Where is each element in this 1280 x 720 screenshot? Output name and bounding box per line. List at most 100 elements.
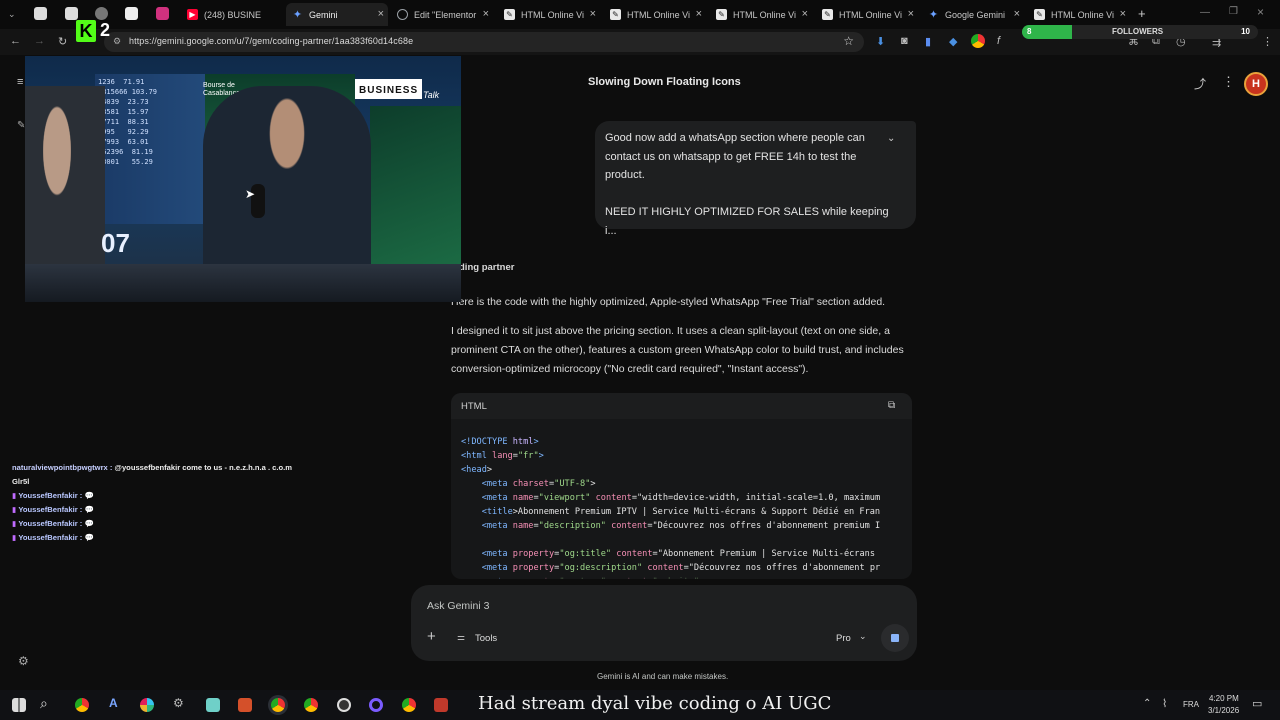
extension-puzzle-icon[interactable]: ◆ [949, 35, 957, 48]
followers-label: FOLLOWERS [1112, 27, 1164, 36]
chat-message: ▮ YoussefBenfakir : 💬 [12, 531, 307, 545]
minimize-window-icon[interactable]: — [1200, 7, 1210, 18]
add-attachment-icon[interactable]: + [427, 628, 436, 645]
extension-download-icon[interactable]: ⬇ [876, 35, 885, 48]
clock-date[interactable]: 3/1/2026 [1208, 706, 1239, 715]
tab-elementor[interactable]: Edit "Elementor × [393, 3, 493, 26]
tab-search-button[interactable]: ⌄ [8, 9, 16, 20]
chat-username: YoussefBenfakir : [18, 505, 83, 514]
pinned-tab-1[interactable] [34, 7, 47, 20]
chrome-profile-3-icon[interactable] [402, 698, 416, 712]
language-indicator[interactable]: FRA [1183, 700, 1199, 709]
chat-emote: 💬 [84, 533, 94, 542]
obs-icon[interactable] [337, 698, 351, 712]
expand-prompt-icon[interactable]: ⌄ [887, 133, 895, 144]
code-line: <meta charset="UTF-8"> [481, 479, 596, 489]
settings-icon[interactable]: ⚙ [18, 654, 29, 668]
browser-menu-icon[interactable]: ⋮ [1262, 35, 1273, 48]
video-banner: BUSINESS [355, 79, 423, 99]
forward-icon[interactable]: → [34, 35, 45, 47]
chrome-profile-2-icon[interactable] [304, 698, 318, 712]
copy-code-icon[interactable]: ⧉ [888, 400, 895, 411]
badge-icon: ▮ [12, 519, 17, 528]
site-info-icon[interactable]: ⚙ [113, 36, 121, 47]
code-line: <meta property="og:type" content="websit… [461, 575, 880, 579]
back-icon[interactable]: ← [10, 35, 21, 47]
clock-time[interactable]: 4:20 PM [1209, 694, 1239, 703]
model-selector[interactable]: Pro [836, 633, 851, 644]
notes-app-icon[interactable] [206, 698, 220, 712]
close-tab-icon[interactable]: × [908, 8, 914, 20]
slack-icon[interactable] [140, 698, 154, 712]
code-line: <meta property="og:title" content="Abonn… [481, 549, 875, 559]
tab-html-viewer-2[interactable]: ✎ HTML Online Vi × [606, 3, 706, 26]
right-chart-panel [370, 106, 461, 286]
chrome-icon[interactable] [971, 34, 985, 48]
close-tab-icon[interactable]: × [696, 8, 702, 20]
bookmark-star-icon[interactable]: ☆ [843, 34, 854, 48]
pinned-tab-2[interactable] [65, 7, 78, 20]
app-a-icon[interactable]: A [109, 696, 118, 710]
chevron-down-icon[interactable]: ⌄ [859, 631, 867, 642]
kick-badge-count: 2 [100, 20, 111, 40]
close-tab-icon[interactable]: × [802, 8, 808, 20]
document-icon: ✎ [1034, 9, 1045, 20]
prompt-input[interactable]: Ask Gemini 3 [427, 600, 489, 612]
streaming-app-icon[interactable] [434, 698, 448, 712]
tab-html-viewer-3[interactable]: ✎ HTML Online Vi × [712, 3, 812, 26]
pinned-tab-3[interactable] [95, 7, 108, 20]
windows-start-icon[interactable] [12, 698, 26, 712]
extension-camera-icon[interactable]: ◙ [901, 35, 908, 47]
code-line: <meta name="description" content="Découv… [481, 521, 881, 531]
tab-html-viewer-5[interactable]: ✎ HTML Online Vi × [1030, 3, 1130, 26]
stream-caption: Had stream dyal vibe coding o AI UGC [478, 693, 832, 714]
avatar[interactable]: H [1244, 72, 1268, 96]
pinned-tab-instagram[interactable] [156, 7, 169, 20]
tab-html-viewer-4[interactable]: ✎ HTML Online Vi × [818, 3, 918, 26]
maximize-window-icon[interactable]: ❐ [1229, 6, 1238, 17]
chrome-taskbar-icon[interactable] [75, 698, 89, 712]
tab-html-viewer-1[interactable]: ✎ HTML Online Vi × [500, 3, 600, 26]
search-icon[interactable]: ⌕ [40, 695, 48, 712]
tray-chevron-icon[interactable]: ⌃ [1143, 698, 1151, 709]
grid-app-icon[interactable] [238, 698, 252, 712]
code-line: <html lang="fr"> [461, 451, 544, 461]
close-tab-icon[interactable]: × [1014, 8, 1020, 20]
close-tab-icon[interactable]: × [590, 8, 596, 20]
code-line: <meta property="og:description" content=… [481, 563, 881, 573]
pinned-tab-4[interactable] [125, 7, 138, 20]
tools-icon[interactable]: ⚌ [457, 632, 465, 643]
reload-icon[interactable]: ↻ [58, 35, 67, 48]
document-icon: ✎ [822, 9, 833, 20]
chrome-active-icon[interactable] [271, 698, 285, 712]
desk [25, 264, 461, 302]
close-tab-icon[interactable]: × [1120, 8, 1126, 20]
stop-generation-button[interactable] [881, 624, 909, 652]
close-tab-icon[interactable]: × [378, 8, 384, 20]
tab-youtube[interactable]: ▶ (248) BUSINE [183, 3, 283, 26]
gear-app-icon[interactable]: ⚙ [173, 696, 184, 710]
gemini-icon: ✦ [928, 9, 939, 21]
assistant-role-label: ding partner [459, 262, 515, 273]
notifications-icon[interactable]: ▭ [1252, 697, 1262, 710]
followers-left-count: 8 [1027, 27, 1032, 36]
code-block: HTML ⧉ <!DOCTYPE html> <html lang="fr"> <h… [451, 393, 912, 579]
stop-icon [891, 634, 899, 642]
video-banner-text: BUSINESS [359, 85, 419, 96]
user-prompt-bubble: Good now add a whatsApp section where pe… [595, 121, 916, 237]
tab-gemini[interactable]: ✦ Gemini × [286, 3, 388, 26]
close-window-icon[interactable]: × [1257, 5, 1264, 19]
extension-script-icon[interactable]: f [997, 35, 1000, 47]
close-tab-icon[interactable]: × [483, 8, 489, 20]
share-icon[interactable]: ⤴ [1194, 75, 1206, 92]
new-tab-icon[interactable]: + [1138, 6, 1146, 21]
network-icon[interactable]: ⌇ [1162, 697, 1167, 710]
extension-doc-icon[interactable]: ▮ [925, 35, 931, 48]
app-ring-icon[interactable] [369, 698, 383, 712]
address-bar[interactable]: ⚙ https://gemini.google.com/u/7/gem/codi… [104, 32, 864, 52]
tools-button[interactable]: Tools [475, 633, 497, 644]
more-options-icon[interactable]: ⋮ [1222, 74, 1235, 90]
hamburger-menu-icon[interactable]: ≡ [17, 76, 23, 88]
tab-google-gemini[interactable]: ✦ Google Gemini × [924, 3, 1024, 26]
chat-emote: 💬 [84, 519, 94, 528]
